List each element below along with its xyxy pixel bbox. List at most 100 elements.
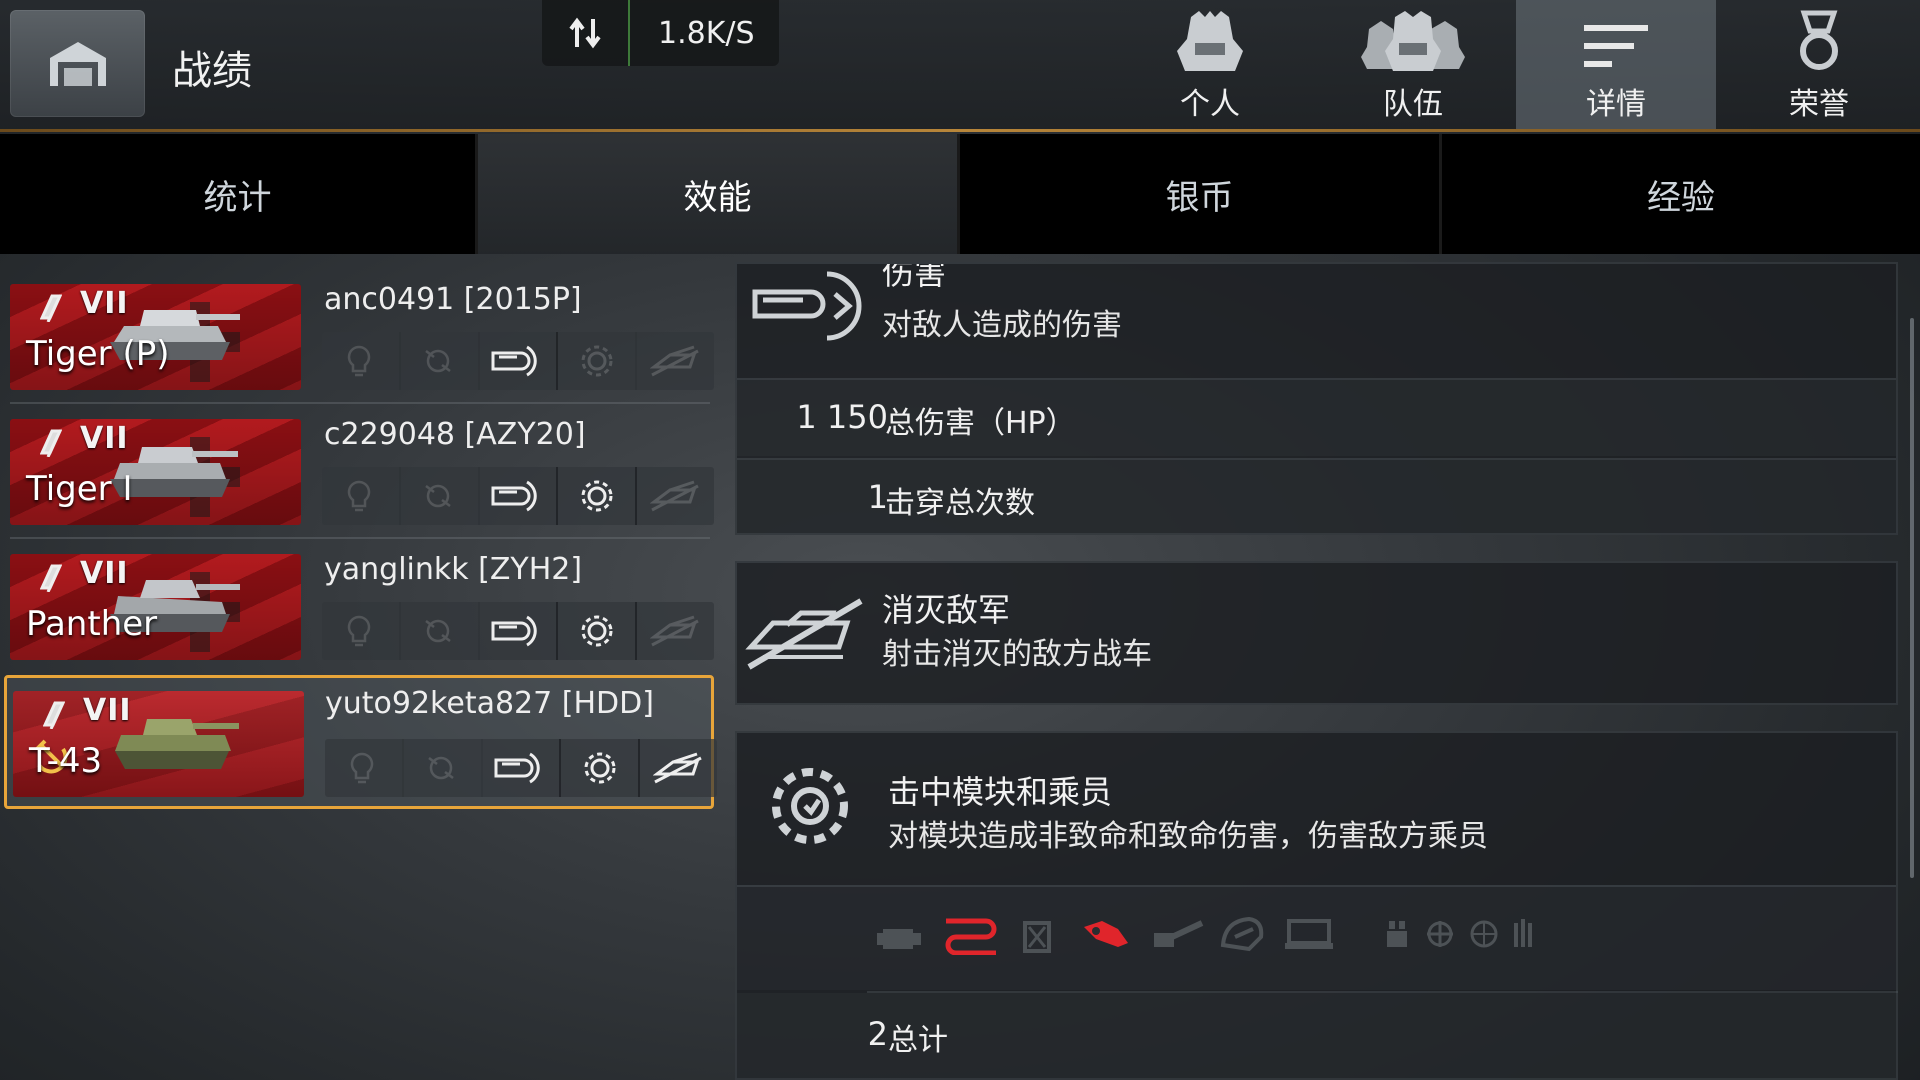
- scrollbar[interactable]: [1910, 318, 1914, 878]
- module-hit-icon: [558, 602, 638, 660]
- achievement-badges: [325, 739, 717, 797]
- tab-statistics[interactable]: 统计: [0, 134, 478, 254]
- vehicle-name: Tiger I: [26, 469, 133, 509]
- nav-details[interactable]: 详情: [1516, 0, 1716, 129]
- panel-subtitle: 对敌人造成的伤害: [882, 308, 1122, 343]
- stat-value: 1 150: [796, 398, 888, 436]
- observation-device-icon: [1285, 919, 1333, 949]
- damage-shell-icon: [752, 271, 862, 341]
- panel-subtitle: 对模块造成非致命和致命伤害，伤害敌方乘员: [888, 819, 1488, 854]
- gun-icon: [1154, 920, 1204, 947]
- row-divider: [10, 402, 710, 404]
- damage-panel: 伤害 对敌人造成的伤害 1 150 总伤害（HP） 1 击穿总次数: [735, 262, 1898, 535]
- vehicle-name: Tiger (P): [26, 334, 170, 374]
- nav-label: 队伍: [1383, 87, 1443, 122]
- track-icon: [945, 918, 997, 955]
- tank-class-icon: [40, 429, 62, 457]
- kill-icon: [637, 332, 714, 390]
- kill-icon: [637, 467, 714, 525]
- modules-panel: 击中模块和乘员 对模块造成非致命和致命伤害，伤害敌方乘员 2 总计: [735, 731, 1898, 1080]
- damage-icon: [480, 467, 559, 525]
- panel-title: 消灭敌军: [882, 591, 1011, 629]
- transfer-arrows-icon: [542, 0, 630, 66]
- ammo-rack-icon: [1084, 921, 1128, 947]
- total-value: 2: [867, 1015, 888, 1053]
- network-status: 1.8K/S: [542, 0, 779, 66]
- vehicle-name: T-43: [29, 741, 103, 781]
- assist-icon: [401, 602, 480, 660]
- damage-icon: [480, 602, 559, 660]
- garage-home-button[interactable]: [10, 10, 145, 117]
- panel-subtitle: 射击消灭的敌方战车: [882, 637, 1152, 672]
- damage-icon: [483, 739, 562, 797]
- damage-icon: [480, 332, 559, 390]
- player-name: yuto92keta827 [HDD]: [325, 686, 654, 721]
- achievement-badges: [322, 467, 714, 525]
- crew-icon: [1387, 921, 1407, 947]
- medal-icon: [1800, 10, 1838, 70]
- tier-label: VII: [80, 556, 129, 591]
- spotted-icon: [322, 467, 401, 525]
- module-hit-icon: [558, 332, 638, 390]
- assist-icon: [401, 332, 480, 390]
- vehicle-row[interactable]: VII Tiger (P) anc0491 [2015P]: [10, 278, 714, 396]
- fuel-tank-icon: [1023, 921, 1051, 953]
- stat-row: 1 击穿总次数: [737, 458, 1896, 533]
- spotted-icon: [322, 602, 401, 660]
- tank-class-icon: [40, 294, 62, 322]
- spotted-icon: [325, 739, 404, 797]
- panel-title: 击中模块和乘员: [888, 773, 1113, 811]
- spotted-icon: [322, 332, 401, 390]
- nav-personal[interactable]: 个人: [1110, 0, 1310, 129]
- row-divider: [10, 537, 710, 539]
- player-name: yanglinkk [ZYH2]: [324, 552, 583, 587]
- tank-class-icon: [40, 564, 62, 592]
- network-speed: 1.8K/S: [658, 15, 755, 51]
- tier-label: VII: [80, 286, 129, 321]
- team-helmets-icon: [1361, 11, 1465, 71]
- total-label: 总计: [888, 1023, 948, 1058]
- nav-label: 详情: [1586, 87, 1646, 122]
- page-title: 战绩: [172, 48, 252, 94]
- engine-icon: [877, 929, 921, 949]
- nav-team[interactable]: 队伍: [1313, 0, 1513, 129]
- kill-icon: [640, 739, 717, 797]
- tab-experience[interactable]: 经验: [1442, 134, 1920, 254]
- stat-label: 总伤害（HP）: [885, 406, 1076, 441]
- assist-icon: [401, 467, 480, 525]
- achievement-badges: [322, 602, 714, 660]
- player-name: c229048 [AZY20]: [324, 417, 586, 452]
- tier-label: VII: [83, 693, 132, 728]
- destroyed-tank-icon: [745, 598, 863, 670]
- tab-efficiency[interactable]: 效能: [478, 134, 960, 254]
- nav-label: 个人: [1180, 87, 1240, 122]
- tier-label: VII: [80, 421, 129, 456]
- vehicle-row[interactable]: VII Tiger I c229048 [AZY20]: [10, 413, 714, 531]
- gunner-icon: [1427, 921, 1453, 947]
- achievement-badges: [322, 332, 714, 390]
- module-hit-icon: [561, 739, 641, 797]
- stat-label: 击穿总次数: [885, 486, 1035, 521]
- panel-title: 伤害: [882, 262, 947, 292]
- assist-icon: [404, 739, 483, 797]
- personal-helmet-icon: [1177, 11, 1243, 71]
- tab-silver[interactable]: 银币: [960, 134, 1442, 254]
- hangar-icon: [49, 41, 106, 86]
- header-divider: [0, 129, 1920, 132]
- nav-label: 荣誉: [1789, 87, 1849, 122]
- module-hit-icon: [558, 467, 638, 525]
- turret-icon: [1220, 916, 1264, 952]
- stat-row: 1 150 总伤害（HP）: [737, 378, 1896, 456]
- nav-honors[interactable]: 荣誉: [1719, 0, 1919, 129]
- stats-tabs: 统计 效能 银币 经验: [0, 134, 1920, 254]
- vehicle-name: Panther: [26, 604, 158, 644]
- player-name: anc0491 [2015P]: [324, 282, 582, 317]
- module-gear-icon: [772, 768, 848, 844]
- module-icons-row: [737, 885, 1896, 990]
- loader-icon: [1514, 919, 1532, 947]
- details-lines-icon: [1584, 25, 1648, 67]
- kill-icon: [637, 602, 714, 660]
- tank-class-icon: [43, 701, 65, 729]
- vehicle-row[interactable]: VII Panther yanglinkk [ZYH2]: [10, 548, 714, 666]
- vehicle-row-selected[interactable]: VII T-43 yuto92keta827 [HDD]: [4, 675, 717, 809]
